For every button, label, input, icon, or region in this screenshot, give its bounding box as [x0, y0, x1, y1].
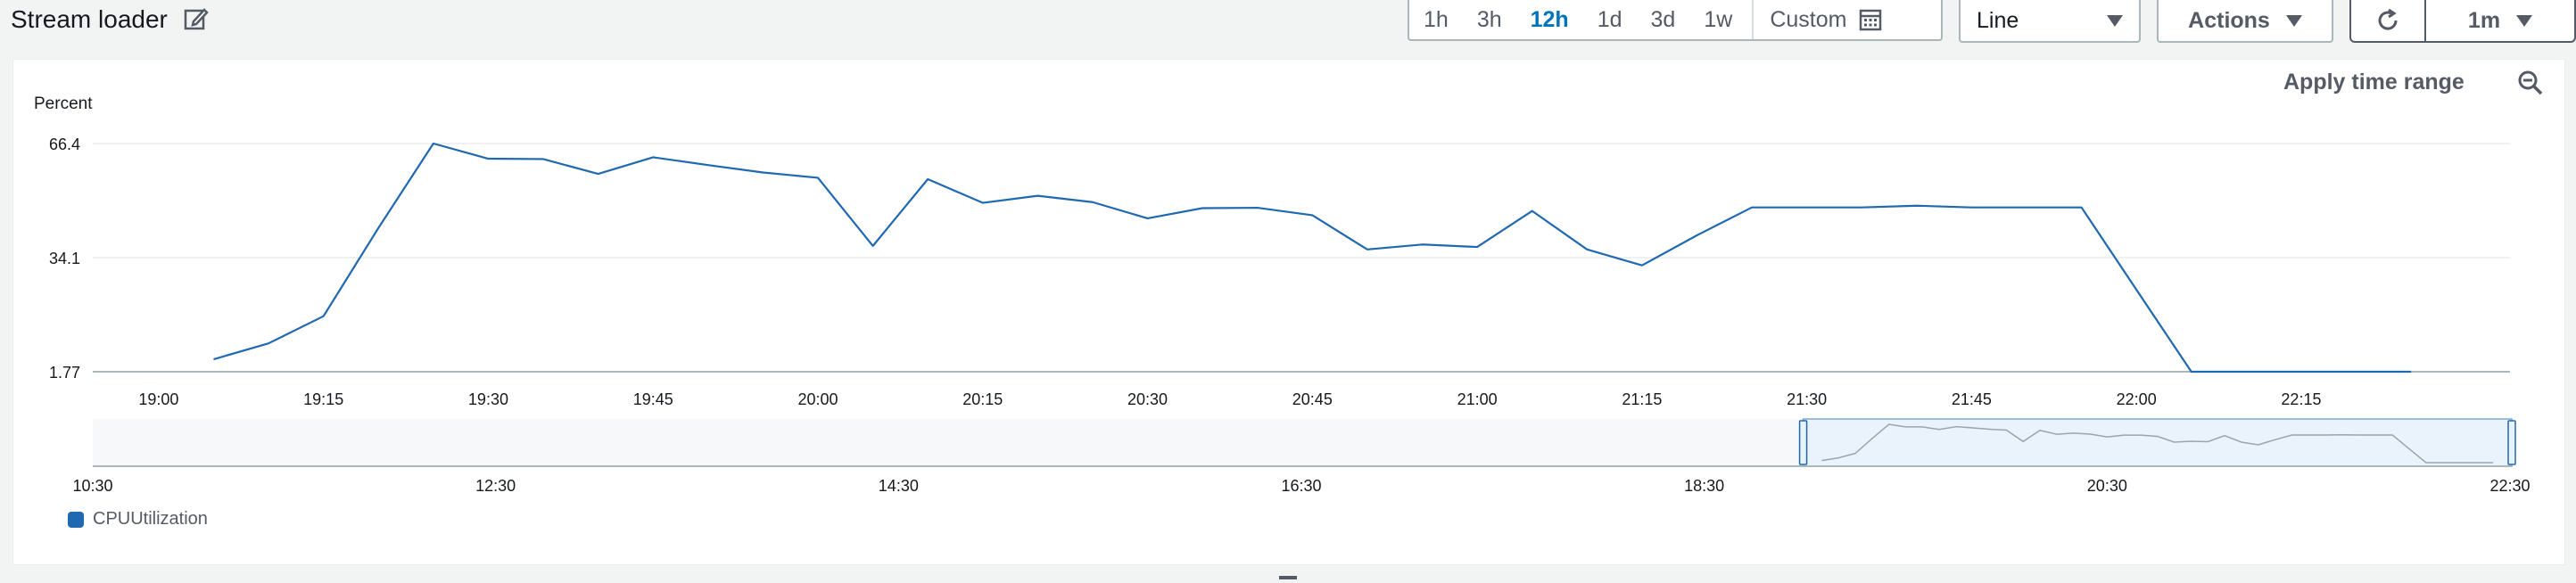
legend-label: CPUUtilization — [93, 509, 208, 529]
refresh-interval-dropdown[interactable]: 1m — [2426, 8, 2574, 34]
caret-down-icon — [2107, 14, 2123, 27]
apply-time-range-link[interactable]: Apply time range — [2283, 70, 2465, 95]
range-12h[interactable]: 12h — [1516, 0, 1583, 39]
widget-title: Stream loader — [11, 5, 168, 33]
zoom-out-icon[interactable] — [2517, 70, 2544, 96]
chart-type-dropdown[interactable]: Line — [1959, 0, 2141, 43]
calendar-icon — [1860, 9, 1882, 31]
actions-dropdown[interactable]: Actions — [2157, 0, 2333, 43]
legend-swatch — [68, 511, 84, 528]
refresh-icon — [2378, 8, 2398, 30]
time-range-selector: 1h 3h 12h 1d 3d 1w Custom — [1408, 0, 1943, 41]
caret-down-icon — [2285, 14, 2302, 27]
dashboard-header: Stream loader 1h 3h 12h 1d 3d 1w Custom … — [0, 0, 2576, 46]
edit-icon[interactable] — [183, 5, 210, 32]
legend[interactable]: CPUUtilization — [68, 509, 208, 530]
resize-handle[interactable] — [1279, 576, 1297, 579]
refresh-interval-value: 1m — [2467, 7, 2501, 33]
refresh-controls: 1m — [2349, 0, 2576, 43]
chart-panel — [12, 59, 2565, 565]
range-1h[interactable]: 1h — [1409, 0, 1463, 39]
refresh-button[interactable] — [2351, 0, 2426, 41]
chart-type-value: Line — [1977, 7, 2019, 33]
range-3d[interactable]: 3d — [1637, 0, 1690, 39]
range-1d[interactable]: 1d — [1583, 0, 1637, 39]
range-3h[interactable]: 3h — [1463, 0, 1516, 39]
caret-down-icon — [2516, 14, 2533, 27]
custom-range-label: Custom — [1770, 7, 1847, 32]
range-1w[interactable]: 1w — [1689, 0, 1746, 39]
custom-range-button[interactable]: Custom — [1754, 0, 1895, 39]
actions-label: Actions — [2188, 7, 2270, 33]
